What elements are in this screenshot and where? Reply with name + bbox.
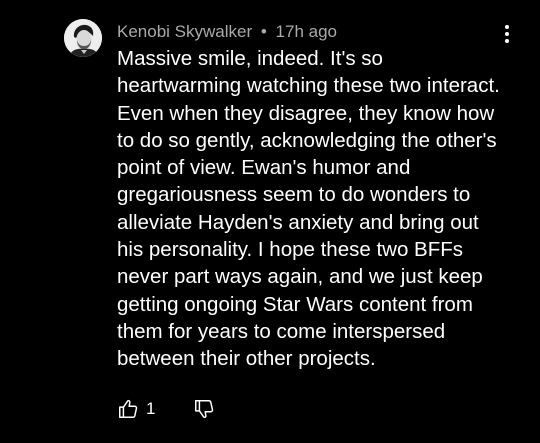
comment-actions: 1 — [117, 396, 215, 422]
author-name[interactable]: Kenobi Skywalker — [117, 22, 252, 41]
dislike-button[interactable] — [193, 398, 215, 420]
like-button[interactable]: 1 — [117, 398, 155, 420]
comment-timestamp[interactable]: 17h ago — [276, 22, 337, 41]
like-count: 1 — [146, 399, 156, 418]
avatar[interactable] — [64, 19, 102, 57]
comment-thread: Kenobi Skywalker • 17h ago Massive smile… — [0, 0, 540, 443]
thumbs-down-icon — [195, 400, 214, 419]
more-options-button[interactable] — [498, 22, 516, 46]
thumbs-up-icon — [119, 399, 138, 418]
comment-meta: Kenobi Skywalker • 17h ago — [117, 21, 337, 43]
comment-text: Massive smile, indeed. It's so heartwarm… — [117, 47, 500, 371]
more-vertical-icon — [505, 25, 509, 43]
avatar-image — [64, 19, 102, 57]
meta-separator: • — [260, 22, 267, 41]
